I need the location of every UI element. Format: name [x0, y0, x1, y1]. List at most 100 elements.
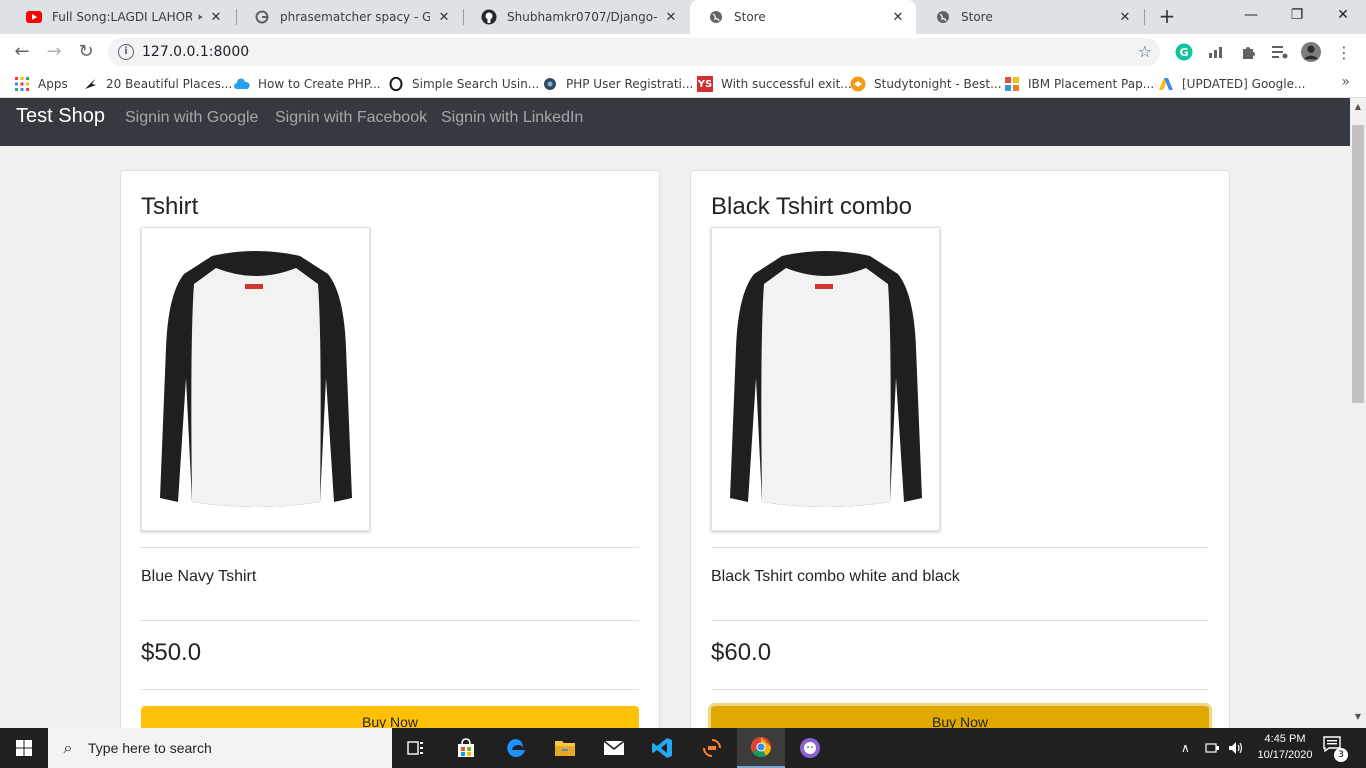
- scrollbar-thumb[interactable]: [1352, 125, 1364, 403]
- browser-tab[interactable]: Shubhamkr0707/Django-Paypa ✕: [463, 0, 689, 34]
- clock-time: 4:45 PM: [1264, 733, 1306, 745]
- buy-now-button[interactable]: Buy Now: [711, 706, 1209, 728]
- bookmark-label: Simple Search Usin...: [412, 77, 540, 91]
- bookmarks-bar: Apps 20 Beautiful Places... How to Creat…: [0, 70, 1366, 98]
- grammarly-icon[interactable]: G: [1174, 42, 1194, 62]
- cloud-icon: [234, 76, 250, 92]
- page-viewport: Test Shop Signin with Google Signin with…: [0, 98, 1350, 728]
- action-center-icon[interactable]: 3: [1320, 736, 1348, 762]
- product-description: Blue Navy Tshirt: [141, 568, 257, 585]
- bookmark-item[interactable]: [UPDATED] Google...: [1158, 70, 1305, 98]
- more-bookmarks-chevron-icon[interactable]: »: [1341, 74, 1350, 90]
- bookmark-item[interactable]: 20 Beautiful Places...: [82, 70, 232, 98]
- restore-icon[interactable]: ❐: [1274, 0, 1320, 30]
- close-tab-icon[interactable]: ✕: [663, 10, 679, 25]
- scroll-down-icon[interactable]: ▼: [1350, 712, 1366, 721]
- divider: [141, 620, 639, 621]
- arrow-icon: [82, 76, 98, 92]
- github-desktop-icon[interactable]: [786, 728, 834, 768]
- back-arrow-icon[interactable]: ←: [8, 38, 36, 66]
- product-image[interactable]: [711, 227, 940, 531]
- divider: [711, 689, 1209, 690]
- bookmark-item[interactable]: YS With successful exit...: [697, 70, 852, 98]
- profile-avatar[interactable]: [1301, 42, 1321, 62]
- github-icon: [481, 9, 497, 25]
- windows-taskbar: ⌕ Type here to search ∧ 4:45 PM 10/17/20…: [0, 728, 1366, 768]
- product-price: $60.0: [711, 639, 772, 666]
- product-description: Black Tshirt combo white and black: [711, 568, 960, 585]
- analytics-extension-icon[interactable]: [1206, 42, 1226, 62]
- scroll-up-icon[interactable]: ▲: [1350, 102, 1366, 111]
- divider: [711, 547, 1209, 548]
- windows-start-icon[interactable]: [0, 728, 48, 768]
- clock-date: 10/17/2020: [1257, 749, 1313, 761]
- file-explorer-icon[interactable]: [541, 728, 589, 768]
- task-view-icon[interactable]: [392, 728, 440, 768]
- volume-icon[interactable]: [1228, 728, 1244, 768]
- reload-icon[interactable]: ↻: [72, 38, 100, 66]
- signin-linkedin-link[interactable]: Signin with LinkedIn: [441, 109, 583, 127]
- ibm-icon: [1004, 76, 1020, 92]
- divider: [141, 547, 639, 548]
- tshirt-image: [160, 251, 352, 507]
- page-scrollbar[interactable]: ▲ ▼: [1350, 98, 1366, 728]
- minimize-icon[interactable]: —: [1228, 0, 1274, 30]
- sublime-text-icon[interactable]: [688, 728, 736, 768]
- globe-icon: [935, 9, 951, 25]
- bookmark-label: 20 Beautiful Places...: [106, 77, 233, 91]
- extensions-puzzle-icon[interactable]: [1238, 42, 1258, 62]
- browser-tab-strip: Full Song:LAGDI LAHORE DI 🕨 ✕ phrasematc…: [0, 0, 1366, 34]
- site-info-icon[interactable]: i: [118, 44, 134, 60]
- close-tab-icon[interactable]: ✕: [436, 10, 452, 25]
- bookmark-label: Apps: [38, 77, 68, 91]
- bookmark-label: [UPDATED] Google...: [1182, 77, 1306, 91]
- new-tab-plus-icon[interactable]: +: [1155, 4, 1179, 28]
- browser-tab-active[interactable]: Store ✕: [690, 0, 916, 34]
- close-tab-icon[interactable]: ✕: [1117, 10, 1133, 25]
- product-image[interactable]: [141, 227, 370, 531]
- bookmark-item[interactable]: IBM Placement Pap...: [1004, 70, 1154, 98]
- chrome-icon[interactable]: [737, 728, 785, 768]
- browser-tab[interactable]: Full Song:LAGDI LAHORE DI 🕨 ✕: [8, 0, 234, 34]
- bookmark-item[interactable]: How to Create PHP...: [234, 70, 381, 98]
- browser-tab[interactable]: phrasematcher spacy - Google ✕: [236, 0, 462, 34]
- network-icon[interactable]: [1205, 728, 1221, 768]
- signin-google-link[interactable]: Signin with Google: [125, 109, 258, 127]
- taskbar-clock[interactable]: 4:45 PM 10/17/2020: [1245, 731, 1325, 763]
- svg-text:G: G: [1179, 46, 1188, 59]
- tab-title: Shubhamkr0707/Django-Paypa: [507, 10, 657, 24]
- mail-icon[interactable]: [590, 728, 638, 768]
- signin-facebook-link[interactable]: Signin with Facebook: [275, 109, 427, 127]
- product-price: $50.0: [141, 639, 202, 666]
- tab-separator: [1144, 9, 1145, 25]
- close-tab-icon[interactable]: ✕: [208, 10, 224, 25]
- product-title: Tshirt: [141, 193, 199, 220]
- bookmark-item[interactable]: PHP User Registrati...: [542, 70, 693, 98]
- taskbar-search[interactable]: ⌕ Type here to search: [48, 728, 392, 768]
- search-icon: ⌕: [63, 738, 73, 757]
- url-input[interactable]: [142, 38, 1042, 66]
- forward-arrow-icon[interactable]: →: [40, 38, 68, 66]
- browser-tab[interactable]: Store ✕: [917, 0, 1143, 34]
- edge-browser-icon[interactable]: [492, 728, 540, 768]
- notification-badge: 3: [1334, 748, 1348, 762]
- search-placeholder: Type here to search: [88, 740, 212, 756]
- tab-title: Full Song:LAGDI LAHORE DI: [52, 10, 192, 24]
- speaker-icon[interactable]: 🕨: [196, 12, 202, 23]
- bookmark-item[interactable]: Studytonight - Best...: [850, 70, 1002, 98]
- browser-menu-icon[interactable]: ⋮: [1334, 42, 1354, 62]
- microsoft-store-icon[interactable]: [442, 728, 490, 768]
- close-tab-icon[interactable]: ✕: [890, 10, 906, 25]
- show-hidden-icons-chevron-icon[interactable]: ∧: [1181, 728, 1190, 768]
- bookmark-star-icon[interactable]: ☆: [1138, 38, 1152, 66]
- vscode-icon[interactable]: [638, 728, 686, 768]
- address-bar[interactable]: i ☆: [108, 38, 1160, 66]
- media-queue-icon[interactable]: [1270, 42, 1290, 62]
- buy-now-button[interactable]: Buy Now: [141, 706, 639, 728]
- window-close-icon[interactable]: ✕: [1320, 0, 1366, 30]
- site-brand[interactable]: Test Shop: [16, 105, 105, 128]
- bookmark-item[interactable]: Simple Search Usin...: [388, 70, 539, 98]
- apps-grid-icon: [14, 76, 30, 92]
- divider: [141, 689, 639, 690]
- bookmark-apps[interactable]: Apps: [14, 70, 68, 98]
